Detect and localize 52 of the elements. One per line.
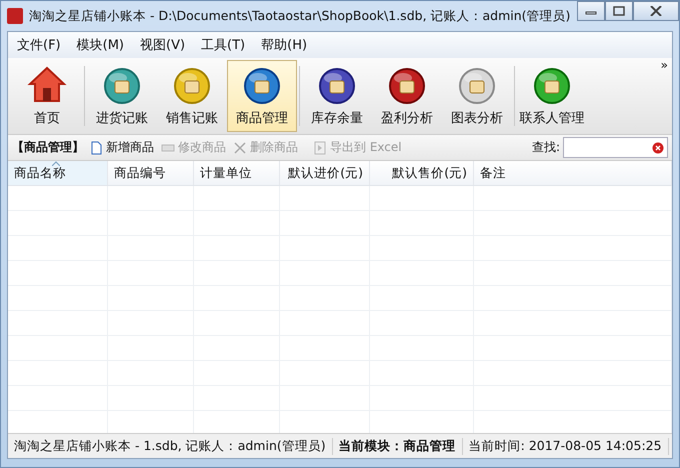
column-header[interactable]: 默认进价(元) [280, 161, 370, 185]
column-title: 商品编号 [114, 164, 166, 182]
house-icon [27, 65, 67, 105]
column-title: 默认进价(元) [288, 164, 363, 182]
menu-item[interactable]: 文件(F) [10, 35, 68, 55]
minimize-button[interactable] [577, 1, 605, 21]
module-icon [317, 65, 357, 105]
column-header[interactable]: 计量单位 [194, 161, 280, 185]
search-label: 查找: [532, 139, 560, 156]
column-header[interactable]: 默认售价(元) [370, 161, 474, 185]
clear-icon[interactable] [652, 142, 664, 154]
module-icon [102, 65, 142, 105]
column-header[interactable]: 商品名称 [8, 161, 108, 185]
column-title: 备注 [480, 164, 506, 182]
module-button[interactable]: 首页 [12, 60, 82, 132]
document-icon [89, 140, 103, 154]
column-header[interactable]: 备注 [474, 161, 672, 185]
module-button[interactable]: 图表分析 [442, 60, 512, 132]
cross-icon [233, 140, 247, 154]
module-icon [457, 65, 497, 105]
close-icon [650, 6, 662, 16]
module-button[interactable]: 商品管理 [227, 60, 297, 132]
module-icon [532, 65, 572, 105]
module-icon [172, 65, 212, 105]
maximize-icon [613, 6, 625, 16]
section-title: 【商品管理】 [12, 139, 84, 156]
column-title: 商品名称 [14, 164, 66, 182]
maximize-button[interactable] [605, 1, 633, 21]
module-icon [242, 65, 282, 105]
column-header[interactable]: 商品编号 [108, 161, 194, 185]
module-button[interactable]: 销售记账 [157, 60, 227, 132]
menu-item[interactable]: 模块(M) [70, 35, 131, 55]
module-button[interactable]: 库存余量 [302, 60, 372, 132]
app-logo-icon [7, 8, 23, 24]
module-icon [387, 65, 427, 105]
search-field[interactable] [563, 137, 668, 158]
action-button[interactable]: 新增商品 [87, 139, 156, 156]
menu-item[interactable]: 视图(V) [133, 35, 192, 55]
status-text: 当前时间: 2017-08-05 14:05:25 [462, 438, 669, 454]
export-icon [313, 140, 327, 154]
module-button[interactable]: 联系人管理 [517, 60, 587, 132]
close-button[interactable] [633, 1, 679, 21]
menu-item[interactable]: 帮助(H) [254, 35, 314, 55]
status-text: 当前模块：商品管理 [332, 438, 463, 454]
column-title: 计量单位 [200, 164, 252, 182]
status-text: 淘淘之星店铺小账本 - 1.sdb, 记账人：admin(管理员) [8, 438, 333, 454]
menu-item[interactable]: 工具(T) [194, 35, 252, 55]
column-title: 默认售价(元) [392, 164, 467, 182]
overflow-button[interactable]: » [660, 58, 668, 72]
module-button[interactable]: 进货记账 [87, 60, 157, 132]
window-title: 淘淘之星店铺小账本 - D:\Documents\Taotaostar\ShopBook\1.sdb, 记账人：admin(管理员) [29, 8, 571, 24]
module-button[interactable]: 盈利分析 [372, 60, 442, 132]
